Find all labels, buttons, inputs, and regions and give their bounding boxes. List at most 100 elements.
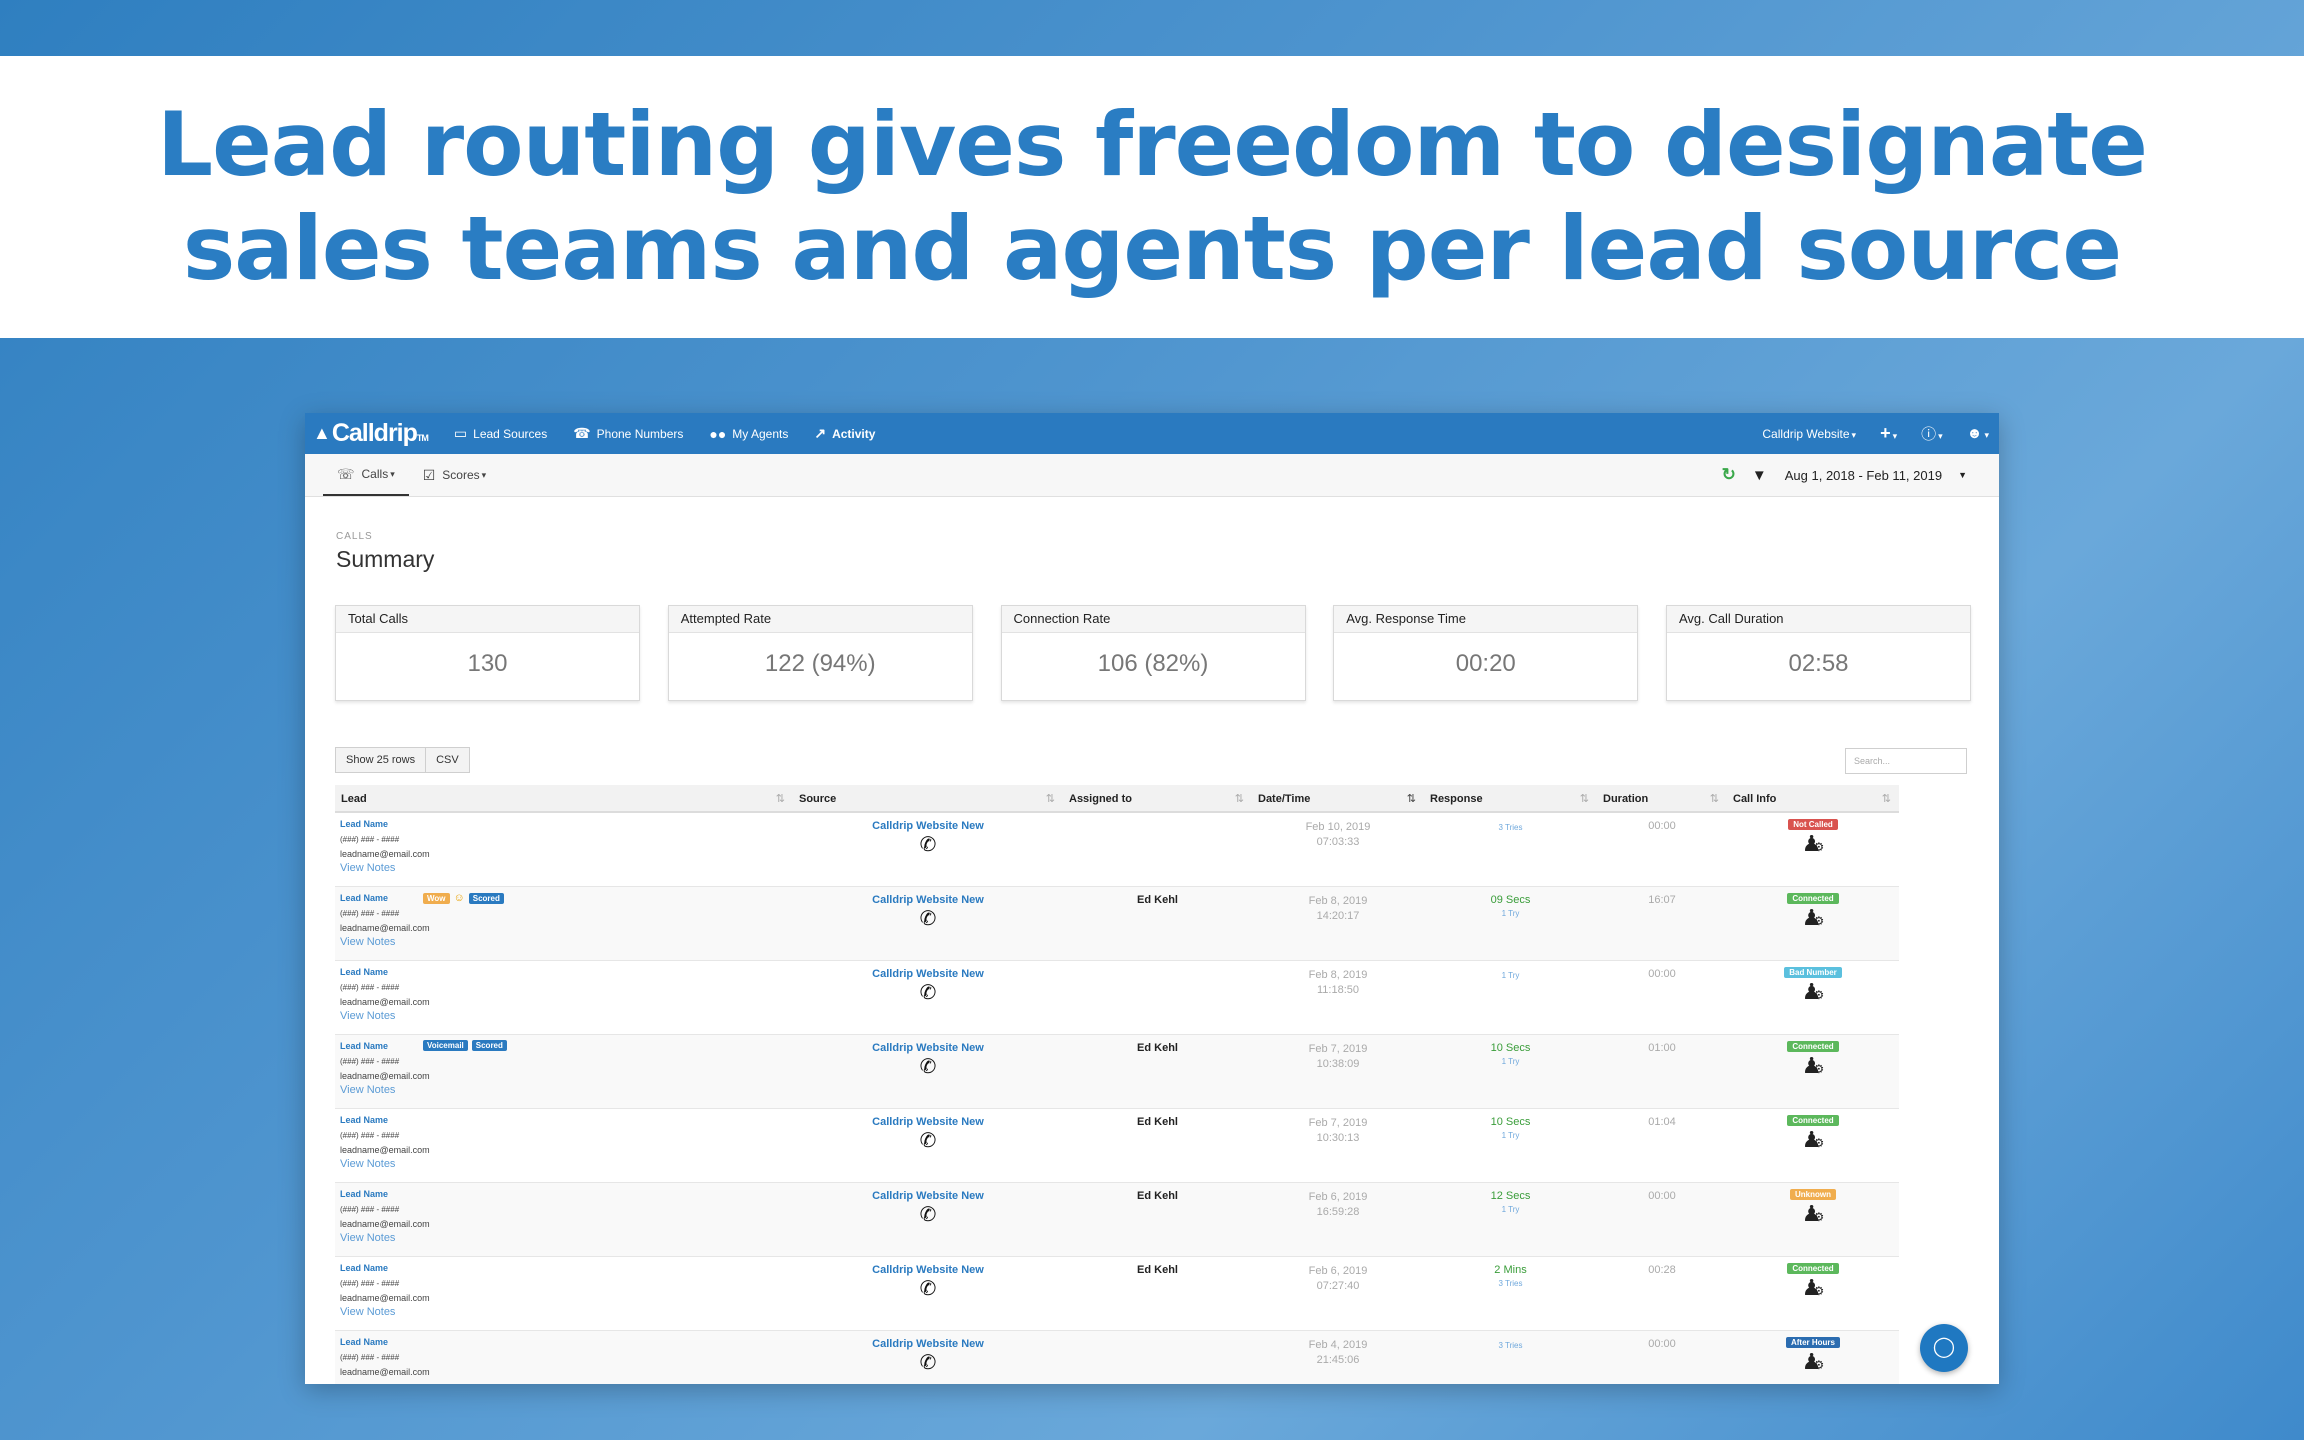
chevron-down-icon[interactable]: ▼	[1958, 470, 1967, 480]
column-header-assigned[interactable]: Assigned to ⇅	[1063, 785, 1252, 811]
lead-name-link[interactable]: Lead Name	[340, 819, 793, 829]
lead-name-link[interactable]: Lead Name	[340, 1337, 793, 1347]
date-range[interactable]: Aug 1, 2018 - Feb 11, 2019	[1785, 468, 1942, 483]
source-link[interactable]: Calldrip Website New	[793, 820, 1063, 832]
view-notes-link[interactable]: View Notes	[340, 1306, 793, 1318]
search-input[interactable]: Search...	[1845, 748, 1967, 774]
phone-icon[interactable]: ✆	[793, 834, 1063, 856]
cell-call-info: Bad Number ♟⚙	[1727, 961, 1899, 1034]
view-notes-link[interactable]: View Notes	[340, 1158, 793, 1170]
table-row[interactable]: Lead Name (###) ### - #### leadname@email.…	[335, 1331, 1899, 1384]
agent-settings-icon[interactable]: ♟⚙	[1727, 906, 1899, 933]
cell-call-info: Connected ♟⚙	[1727, 887, 1899, 960]
agent-settings-icon[interactable]: ♟⚙	[1727, 980, 1899, 1007]
account-switcher[interactable]: Calldrip Website ▾	[1762, 427, 1856, 441]
refresh-icon[interactable]: ↻	[1722, 465, 1736, 485]
user-menu[interactable]: ☻ ▾	[1967, 425, 1989, 442]
table-row[interactable]: Lead Name Wow ☺ Scored (###) ### - #### leadn…	[335, 887, 1899, 961]
cell-duration: 01:04	[1648, 1116, 1676, 1128]
card-avg-call-duration: Avg. Call Duration 02:58	[1666, 605, 1971, 701]
call-time: 21:45:06	[1316, 1354, 1360, 1366]
nav-lead-sources[interactable]: ▭ Lead Sources	[454, 425, 547, 442]
column-header-call-info[interactable]: Call Info ⇅	[1727, 785, 1899, 811]
lead-name-link[interactable]: Lead Name	[340, 1041, 793, 1051]
source-link[interactable]: Calldrip Website New	[793, 894, 1063, 906]
phone-icon[interactable]: ✆	[793, 908, 1063, 930]
status-badge: Connected	[1787, 1115, 1839, 1126]
view-notes-link[interactable]: View Notes	[340, 862, 793, 874]
table-row[interactable]: Lead Name (###) ### - #### leadname@email.…	[335, 813, 1899, 887]
phone-icon[interactable]: ✆	[793, 1204, 1063, 1226]
show-rows-button[interactable]: Show 25 rows	[335, 747, 427, 773]
calldrip-logo[interactable]: ▲ Calldrip TM	[313, 419, 429, 448]
table-row[interactable]: Lead Name (###) ### - #### leadname@email.…	[335, 1257, 1899, 1331]
csv-button[interactable]: CSV	[426, 747, 470, 773]
nav-my-agents[interactable]: ●● My Agents	[709, 426, 788, 442]
column-header-duration[interactable]: Duration ⇅	[1597, 785, 1727, 811]
phone-icon[interactable]: ✆	[793, 1278, 1063, 1300]
phone-icon[interactable]: ✆	[793, 1056, 1063, 1078]
lead-email: leadname@email.com	[340, 1293, 430, 1303]
lead-name-link[interactable]: Lead Name	[340, 967, 793, 977]
tab-calls[interactable]: ☏ Calls ▾	[323, 454, 409, 496]
info-menu[interactable]: ⓘ ▾	[1921, 423, 1943, 444]
table-row[interactable]: Lead Name (###) ### - #### leadname@email.…	[335, 961, 1899, 1035]
source-link[interactable]: Calldrip Website New	[793, 1042, 1063, 1054]
tab-scores[interactable]: ☑ Scores ▾	[409, 454, 500, 496]
user-circle-icon: ☻	[1966, 425, 1983, 442]
filter-icon[interactable]: ▼	[1752, 467, 1767, 484]
column-header-lead[interactable]: Lead ⇅	[335, 785, 793, 811]
headline-line-1: Lead routing gives freedom to designate	[157, 93, 2148, 196]
chat-bubble-icon: ◯	[1932, 1336, 1956, 1358]
column-label: Assigned to	[1069, 793, 1132, 805]
source-link[interactable]: Calldrip Website New	[793, 1338, 1063, 1350]
view-notes-link[interactable]: View Notes	[340, 936, 793, 948]
cell-assigned: Ed Kehl	[1137, 1190, 1178, 1202]
column-header-response[interactable]: Response ⇅	[1424, 785, 1597, 811]
table-row[interactable]: Lead Name (###) ### - #### leadname@email.…	[335, 1109, 1899, 1183]
lead-name-link[interactable]: Lead Name	[340, 1189, 793, 1199]
table-row[interactable]: Lead Name (###) ### - #### leadname@email.…	[335, 1183, 1899, 1257]
nav-activity[interactable]: ↗ Activity	[814, 425, 875, 442]
call-date: Feb 8, 2019	[1308, 969, 1368, 981]
view-notes-link[interactable]: View Notes	[340, 1010, 793, 1022]
phone-icon[interactable]: ✆	[793, 1130, 1063, 1152]
sort-icon: ⇅	[1045, 793, 1055, 805]
nav-right: Calldrip Website ▾ + ▾ ⓘ ▾ ☻ ▾	[1738, 413, 1989, 454]
source-link[interactable]: Calldrip Website New	[793, 1116, 1063, 1128]
table-row[interactable]: Lead Name Voicemail Scored (###) ### - ####…	[335, 1035, 1899, 1109]
source-link[interactable]: Calldrip Website New	[793, 1264, 1063, 1276]
cell-lead: Lead Name (###) ### - #### leadname@email.…	[335, 1183, 793, 1256]
agent-settings-icon[interactable]: ♟⚙	[1727, 1202, 1899, 1229]
column-header-datetime[interactable]: Date/Time ⇅	[1252, 785, 1424, 811]
source-link[interactable]: Calldrip Website New	[793, 1190, 1063, 1202]
agent-settings-icon[interactable]: ♟⚙	[1727, 832, 1899, 859]
status-badge: After Hours	[1785, 1337, 1840, 1348]
agent-settings-icon[interactable]: ♟⚙	[1727, 1350, 1899, 1377]
status-badge: Not Called	[1788, 819, 1838, 830]
agent-settings-icon[interactable]: ♟⚙	[1727, 1128, 1899, 1155]
column-header-source[interactable]: Source ⇅	[793, 785, 1063, 811]
card-value: 02:58	[1788, 650, 1849, 677]
cell-datetime: Feb 6, 2019 07:27:40	[1252, 1257, 1424, 1330]
phone-icon: ☏	[337, 465, 355, 482]
response-tries: 3 Tries	[1498, 823, 1523, 832]
add-menu[interactable]: + ▾	[1880, 423, 1897, 444]
call-date: Feb 4, 2019	[1308, 1339, 1368, 1351]
agent-settings-icon[interactable]: ♟⚙	[1727, 1054, 1899, 1081]
cell-assigned: Ed Kehl	[1137, 1116, 1178, 1128]
lead-name-link[interactable]: Lead Name	[340, 893, 793, 903]
call-date: Feb 8, 2019	[1308, 895, 1368, 907]
phone-icon[interactable]: ✆	[793, 1352, 1063, 1374]
chat-button[interactable]: ◯	[1920, 1324, 1968, 1372]
source-link[interactable]: Calldrip Website New	[793, 968, 1063, 980]
view-notes-link[interactable]: View Notes	[340, 1084, 793, 1096]
view-notes-link[interactable]: View Notes	[340, 1232, 793, 1244]
lead-name-link[interactable]: Lead Name	[340, 1263, 793, 1273]
cell-call-info: Connected ♟⚙	[1727, 1035, 1899, 1108]
lead-name-link[interactable]: Lead Name	[340, 1115, 793, 1125]
nav-phone-numbers[interactable]: ☎ Phone Numbers	[573, 425, 683, 442]
lead-tag: Scored	[471, 1040, 507, 1051]
agent-settings-icon[interactable]: ♟⚙	[1727, 1276, 1899, 1303]
phone-icon[interactable]: ✆	[793, 982, 1063, 1004]
